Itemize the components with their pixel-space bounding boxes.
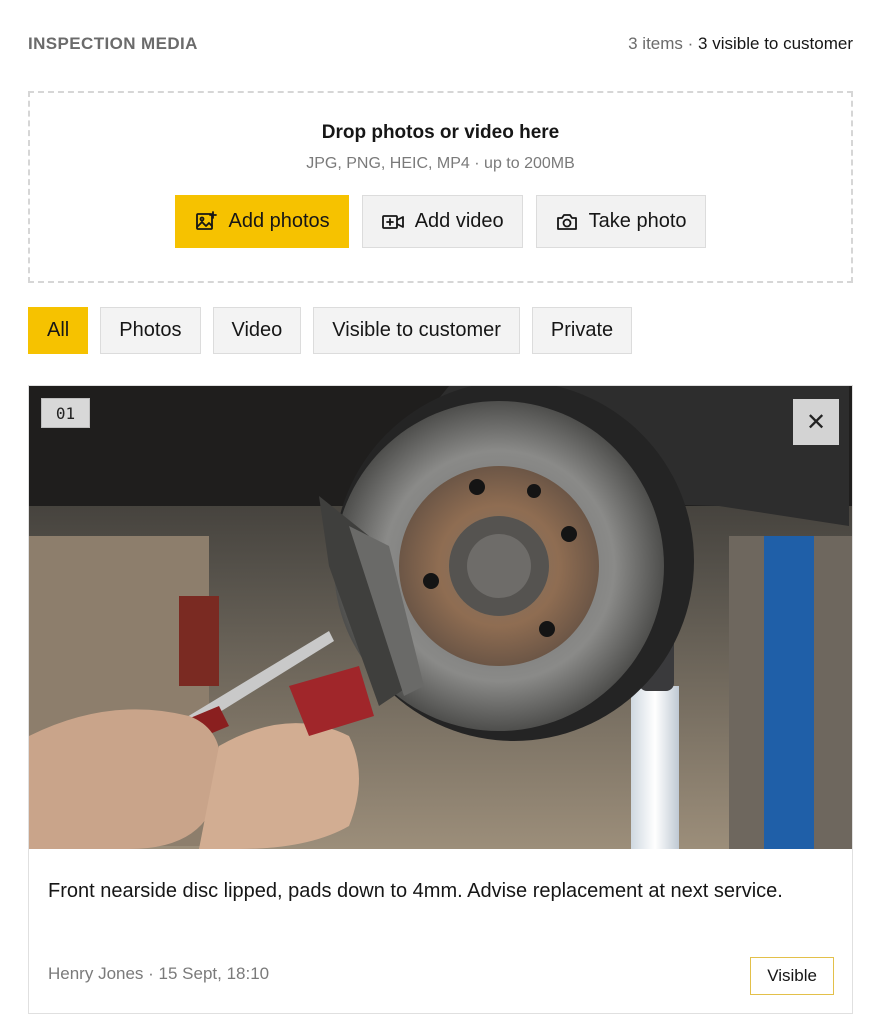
upload-buttons: Add photos Add video Take photo — [175, 195, 706, 248]
camera-icon — [556, 213, 577, 230]
item-count-text: 3 items · — [628, 34, 694, 53]
filter-visible-to-customer[interactable]: Visible to customer — [313, 307, 520, 354]
visible-count-text: 3 visible to customer — [698, 34, 853, 53]
media-filters: All Photos Video Visible to customer Pri… — [28, 307, 633, 354]
close-icon: ✕ — [805, 408, 827, 436]
filter-photos[interactable]: Photos — [100, 307, 201, 354]
dropzone-formats: JPG, PNG, HEIC, MP4 · up to 200MB — [306, 155, 575, 172]
brake-disc-photo — [29, 386, 852, 849]
media-thumbnail[interactable]: 01 ✕ — [29, 386, 852, 849]
dropzone-title: Drop photos or video here — [321, 122, 560, 143]
media-index: 01 — [41, 398, 90, 428]
filter-private[interactable]: Private — [531, 307, 633, 354]
media-card: 01 ✕ Front nearside disc lipped, pads do… — [28, 385, 853, 1014]
media-header: INSPECTION MEDIA 3 items · 3 visible to … — [28, 32, 853, 56]
visibility-toggle[interactable]: Visible — [750, 957, 834, 995]
add-video-button[interactable]: Add video — [361, 195, 523, 248]
remove-media-button[interactable]: ✕ — [793, 399, 839, 445]
add-photos-button[interactable]: Add photos — [175, 195, 349, 248]
item-count: 3 items · 3 visible to customer — [628, 34, 853, 54]
take-photo-button[interactable]: Take photo — [535, 195, 706, 248]
filter-all[interactable]: All — [28, 307, 89, 354]
add-video-label: Add video — [414, 210, 504, 232]
take-photo-label: Take photo — [588, 210, 687, 232]
section-title: INSPECTION MEDIA — [28, 34, 198, 53]
add-photos-label: Add photos — [228, 210, 330, 232]
video-add-icon — [381, 214, 404, 229]
upload-dropzone[interactable]: Drop photos or video here JPG, PNG, HEIC… — [28, 91, 853, 283]
media-caption: Front nearside disc lipped, pads down to… — [48, 880, 783, 902]
image-add-icon — [196, 210, 218, 230]
media-author-timestamp: Henry Jones · 15 Sept, 18:10 — [48, 964, 270, 983]
filter-video[interactable]: Video — [212, 307, 302, 354]
